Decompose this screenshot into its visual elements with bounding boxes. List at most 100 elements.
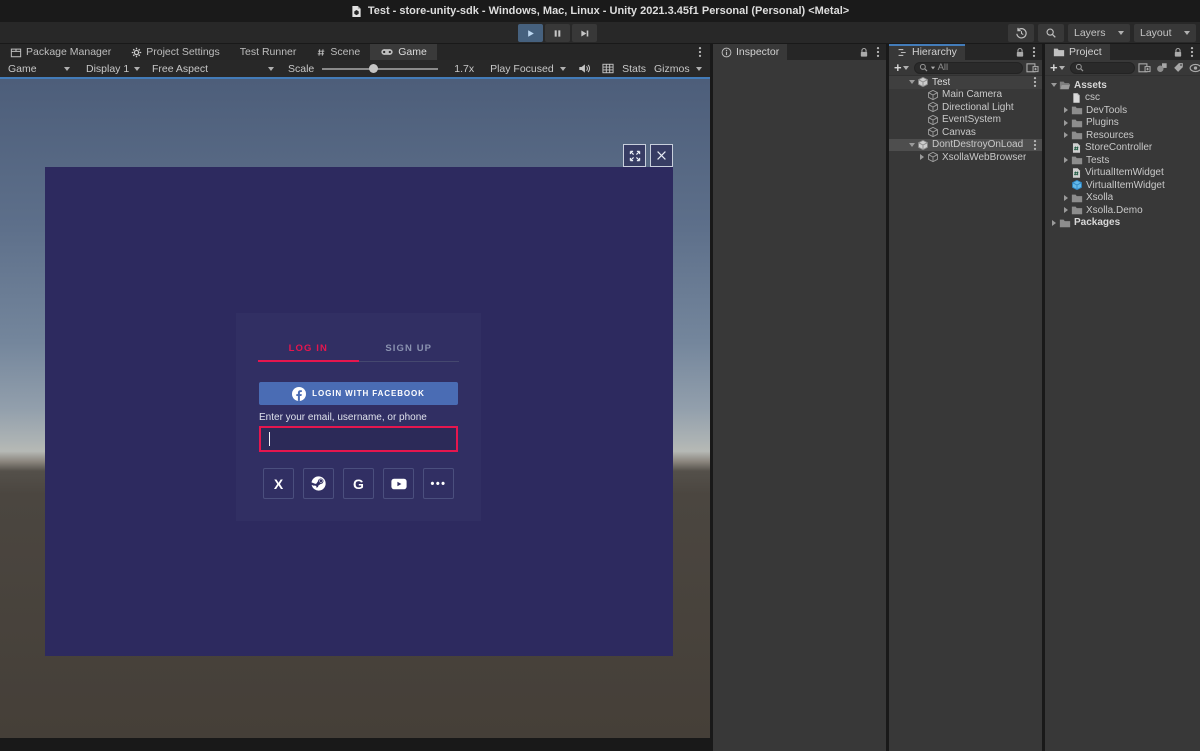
game-mode-dropdown[interactable]: Game — [4, 61, 74, 76]
hierarchy-item-canvas[interactable]: Canvas — [889, 126, 1042, 139]
project-item-virtualitemwidget[interactable]: VirtualItemWidget — [1045, 179, 1200, 192]
expand-arrow-icon[interactable] — [1061, 207, 1071, 213]
play-button[interactable] — [518, 24, 543, 42]
project-menu-icon[interactable] — [1190, 46, 1194, 58]
project-create-button[interactable]: + — [1048, 62, 1067, 74]
step-icon — [579, 28, 590, 39]
lock-icon[interactable] — [859, 47, 869, 58]
expand-arrow-icon[interactable] — [1061, 195, 1071, 201]
tab-inspector[interactable]: Inspector — [713, 44, 787, 60]
email-input[interactable] — [261, 428, 456, 450]
expand-arrow-icon[interactable] — [1061, 107, 1071, 113]
hierarchy-search-input[interactable]: All — [914, 62, 1023, 74]
expand-arrow-icon[interactable] — [907, 143, 917, 147]
item-label: csc — [1085, 92, 1100, 103]
youtube-login-button[interactable] — [383, 468, 414, 499]
layout-dropdown[interactable]: Layout — [1134, 24, 1196, 42]
hierarchy-item-dontdestroyonload[interactable]: DontDestroyOnLoad — [889, 139, 1042, 152]
steam-login-button[interactable] — [303, 468, 334, 499]
project-item-xsolla-demo[interactable]: Xsolla.Demo — [1045, 204, 1200, 217]
item-menu-icon[interactable] — [1033, 76, 1042, 88]
history-button[interactable] — [1008, 24, 1034, 42]
expand-arrow-icon[interactable] — [1061, 120, 1071, 126]
project-search-input[interactable] — [1070, 62, 1135, 74]
game-panel-bottom — [0, 738, 710, 751]
tab-label: Package Manager — [26, 46, 111, 58]
project-item-tests[interactable]: Tests — [1045, 154, 1200, 167]
label-filter-icon[interactable] — [1173, 62, 1184, 73]
unity-file-icon — [351, 5, 362, 18]
hierarchy-menu-icon[interactable] — [1032, 46, 1036, 58]
hierarchy-item-eventsystem[interactable]: EventSystem — [889, 114, 1042, 127]
login-tab-sign-up[interactable]: SIGN UP — [359, 343, 460, 362]
open-window-icon[interactable] — [1138, 62, 1151, 74]
vsync-button[interactable] — [598, 61, 618, 76]
expand-arrow-icon[interactable] — [1061, 132, 1071, 138]
tab-scene[interactable]: Scene — [306, 44, 370, 60]
lock-icon[interactable] — [1015, 47, 1025, 58]
scene-icon — [917, 76, 929, 88]
mute-audio-button[interactable] — [574, 61, 594, 76]
scene-icon — [917, 139, 929, 151]
project-item-csc[interactable]: csc — [1045, 92, 1200, 105]
hierarchy-create-button[interactable]: + — [892, 62, 911, 74]
expand-arrow-icon[interactable] — [917, 154, 927, 160]
project-item-storecontroller[interactable]: StoreController — [1045, 142, 1200, 155]
tab-menu-icon[interactable] — [698, 46, 702, 58]
project-item-virtualitemwidget[interactable]: VirtualItemWidget — [1045, 167, 1200, 180]
tab-label: Test Runner — [240, 46, 297, 58]
close-browser-button[interactable] — [650, 144, 673, 167]
item-label: VirtualItemWidget — [1086, 180, 1165, 191]
open-window-icon[interactable] — [1026, 62, 1039, 74]
hierarchy-item-test[interactable]: Test — [889, 76, 1042, 89]
fullscreen-button[interactable] — [623, 144, 646, 167]
item-label: Test — [932, 77, 950, 88]
tab-project[interactable]: Project — [1045, 44, 1110, 60]
expand-arrow-icon[interactable] — [1049, 83, 1059, 87]
layers-dropdown[interactable]: Layers — [1068, 24, 1130, 42]
asset-type-filter-icon[interactable] — [1156, 62, 1168, 73]
project-item-packages[interactable]: Packages — [1045, 217, 1200, 230]
more-login-button[interactable]: ••• — [423, 468, 454, 499]
tab-package-manager[interactable]: Package Manager — [0, 44, 121, 60]
play-focused-dropdown[interactable]: Play Focused — [486, 61, 570, 76]
expand-arrow-icon[interactable] — [1049, 220, 1059, 226]
slider-knob[interactable] — [369, 64, 378, 73]
search-button[interactable] — [1038, 24, 1064, 42]
project-item-devtools[interactable]: DevTools — [1045, 104, 1200, 117]
gizmos-dropdown[interactable]: Gizmos — [650, 61, 706, 76]
facebook-icon — [292, 387, 306, 401]
hierarchy-item-xsollawebbrowser[interactable]: XsollaWebBrowser — [889, 151, 1042, 164]
scale-slider[interactable] — [320, 61, 440, 76]
tab-test-runner[interactable]: Test Runner — [230, 44, 307, 60]
item-label: DevTools — [1086, 105, 1127, 116]
hierarchy-item-main-camera[interactable]: Main Camera — [889, 89, 1042, 102]
tab-game[interactable]: Game — [370, 44, 437, 60]
login-tab-log-in[interactable]: LOG IN — [258, 343, 359, 362]
project-item-assets[interactable]: Assets — [1045, 79, 1200, 92]
x-login-button[interactable]: X — [263, 468, 294, 499]
item-label: Xsolla.Demo — [1086, 205, 1143, 216]
aspect-ratio-dropdown[interactable]: Free Aspect — [148, 61, 278, 76]
lock-icon[interactable] — [1173, 47, 1183, 58]
project-tab-bar: Project — [1045, 44, 1200, 60]
chevron-down-icon — [560, 67, 566, 71]
hierarchy-item-directional-light[interactable]: Directional Light — [889, 101, 1042, 114]
inspector-menu-icon[interactable] — [876, 46, 880, 58]
tab-hierarchy[interactable]: Hierarchy — [889, 44, 965, 60]
expand-arrow-icon[interactable] — [1061, 157, 1071, 163]
tab-project-settings[interactable]: Project Settings — [121, 44, 230, 60]
visibility-icon[interactable] — [1189, 63, 1200, 73]
facebook-login-button[interactable]: LOGIN WITH FACEBOOK — [259, 382, 458, 405]
project-item-plugins[interactable]: Plugins — [1045, 117, 1200, 130]
project-item-xsolla[interactable]: Xsolla — [1045, 192, 1200, 205]
stats-button[interactable]: Stats — [622, 63, 646, 75]
pause-button[interactable] — [545, 24, 570, 42]
expand-arrow-icon[interactable] — [907, 80, 917, 84]
item-menu-icon[interactable] — [1033, 139, 1042, 151]
project-item-resources[interactable]: Resources — [1045, 129, 1200, 142]
display-dropdown[interactable]: Display 1 — [82, 61, 144, 76]
step-button[interactable] — [572, 24, 597, 42]
steam-icon — [310, 475, 327, 492]
google-login-button[interactable]: G — [343, 468, 374, 499]
